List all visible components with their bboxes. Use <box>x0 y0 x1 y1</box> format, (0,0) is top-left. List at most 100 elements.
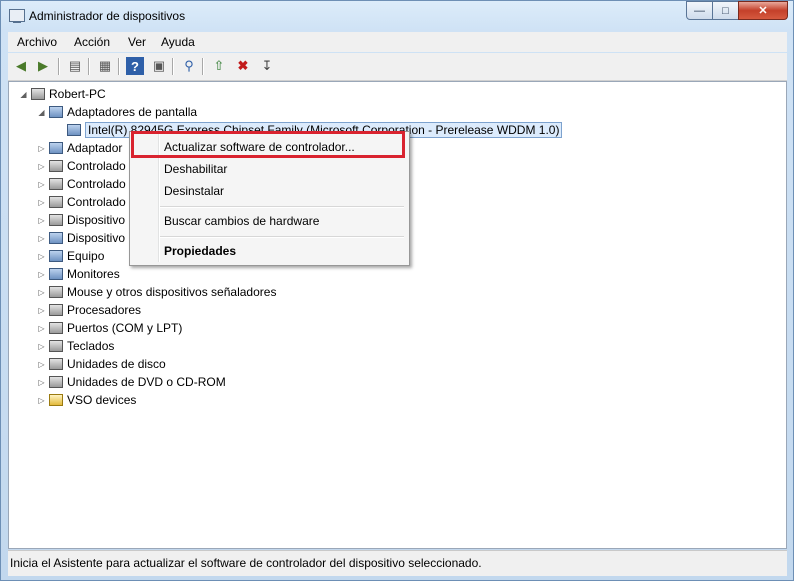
show-hide-console-tree-icon[interactable]: ▤ <box>66 57 84 75</box>
expand-icon[interactable]: ▷ <box>37 198 46 207</box>
category-label: Unidades de disco <box>67 357 166 371</box>
computer-icon <box>49 250 63 262</box>
category-label: Teclados <box>67 339 115 353</box>
dvd-drive-icon <box>49 376 63 388</box>
status-bar: Inicia el Asistente para actualizar el s… <box>8 550 787 576</box>
disable-icon[interactable]: ↧ <box>258 57 276 75</box>
scan-hardware-icon[interactable]: ⚲ <box>180 57 198 75</box>
category-label: Controlado <box>67 177 126 191</box>
usb-controller-icon <box>49 178 63 190</box>
tree-category[interactable]: ▷ Equipo <box>37 247 104 265</box>
uninstall-icon[interactable]: ✖ <box>234 57 252 75</box>
computer-icon <box>31 88 45 100</box>
port-icon <box>49 322 63 334</box>
tree-category[interactable]: ▷ Monitores <box>37 265 120 283</box>
tree-category[interactable]: ▷ Unidades de disco <box>37 355 166 373</box>
expand-icon[interactable]: ▷ <box>37 144 46 153</box>
expand-icon[interactable]: ▷ <box>37 288 46 297</box>
toolbar: ◀ ▶ ▤ ▦ ? ▣ ⚲ ⇧ ✖ ↧ <box>8 53 787 81</box>
vso-device-icon <box>49 394 63 406</box>
category-label: VSO devices <box>67 393 137 407</box>
close-button[interactable]: ✕ <box>738 1 788 20</box>
tree-category[interactable]: ▷ Adaptador <box>37 139 122 157</box>
expand-icon[interactable]: ▷ <box>37 342 46 351</box>
tree-category[interactable]: ▷ Dispositivo <box>37 211 125 229</box>
category-label: Monitores <box>67 267 120 281</box>
tree-category[interactable]: ▷ Procesadores <box>37 301 141 319</box>
menu-ver[interactable]: Ver <box>128 35 146 49</box>
expand-icon[interactable]: ▷ <box>37 270 46 279</box>
expand-icon[interactable]: ▷ <box>37 252 46 261</box>
category-label: Adaptadores de pantalla <box>67 105 198 119</box>
expand-icon[interactable]: ▷ <box>37 306 46 315</box>
device-manager-window: Administrador de dispositivos — □ ✕ Arch… <box>0 0 794 581</box>
expand-icon[interactable]: ▷ <box>37 162 46 171</box>
category-label: Equipo <box>67 249 105 263</box>
tree-category-display-adapters[interactable]: ◢ Adaptadores de pantalla <box>37 103 197 121</box>
expand-icon[interactable]: ▷ <box>37 360 46 369</box>
maximize-button[interactable]: □ <box>712 1 739 20</box>
view-icon[interactable]: ▣ <box>150 57 168 75</box>
menu-item-properties[interactable]: Propiedades <box>164 244 236 258</box>
display-adapter-icon <box>49 106 63 118</box>
tree-category[interactable]: ▷ Mouse y otros dispositivos señaladores <box>37 283 276 301</box>
highlight-annotation <box>131 131 405 158</box>
processor-icon <box>49 304 63 316</box>
tree-category[interactable]: ▷ VSO devices <box>37 391 136 409</box>
forward-arrow-icon[interactable]: ▶ <box>34 57 52 75</box>
category-label: Unidades de DVD o CD-ROM <box>67 375 226 389</box>
title-bar[interactable]: Administrador de dispositivos — □ ✕ <box>1 1 793 31</box>
root-label: Robert-PC <box>49 87 106 101</box>
tree-category[interactable]: ▷ Controlado <box>37 193 126 211</box>
tree-root[interactable]: ◢ Robert-PC <box>19 85 106 103</box>
menu-item-disable[interactable]: Deshabilitar <box>164 162 227 176</box>
tree-category[interactable]: ▷ Teclados <box>37 337 114 355</box>
minimize-button[interactable]: — <box>686 1 713 20</box>
expand-icon[interactable]: ▷ <box>37 324 46 333</box>
category-label: Dispositivo <box>67 213 126 227</box>
tree-category[interactable]: ▷ Controlado <box>37 175 126 193</box>
properties-icon[interactable]: ▦ <box>96 57 114 75</box>
window-title: Administrador de dispositivos <box>29 9 186 23</box>
menu-ayuda[interactable]: Ayuda <box>161 35 195 49</box>
ide-controller-icon <box>49 160 63 172</box>
tree-category[interactable]: ▷ Controlado <box>37 157 126 175</box>
collapse-icon[interactable]: ◢ <box>19 90 28 99</box>
status-text: Inicia el Asistente para actualizar el s… <box>10 556 482 570</box>
menu-item-scan-hardware[interactable]: Buscar cambios de hardware <box>164 214 319 228</box>
update-driver-icon[interactable]: ⇧ <box>210 57 228 75</box>
category-label: Adaptador <box>67 141 123 155</box>
category-label: Puertos (COM y LPT) <box>67 321 183 335</box>
category-label: Controlado <box>67 195 126 209</box>
back-arrow-icon[interactable]: ◀ <box>12 57 30 75</box>
device-manager-icon <box>9 9 25 23</box>
menu-archivo[interactable]: Archivo <box>17 35 57 49</box>
disk-drive-icon <box>49 358 63 370</box>
system-device-icon <box>49 232 63 244</box>
keyboard-icon <box>49 340 63 352</box>
mouse-icon <box>49 286 63 298</box>
tree-category[interactable]: ▷ Dispositivo <box>37 229 125 247</box>
display-adapter-icon <box>67 124 81 136</box>
expand-icon[interactable]: ▷ <box>37 180 46 189</box>
menu-separator <box>160 206 404 208</box>
menu-item-uninstall[interactable]: Desinstalar <box>164 184 224 198</box>
category-label: Controlado <box>67 159 126 173</box>
help-icon[interactable]: ? <box>126 57 144 75</box>
hid-icon <box>49 214 63 226</box>
tree-category[interactable]: ▷ Puertos (COM y LPT) <box>37 319 182 337</box>
network-adapter-icon <box>49 142 63 154</box>
expand-icon[interactable]: ▷ <box>37 234 46 243</box>
expand-icon[interactable]: ▷ <box>37 216 46 225</box>
expand-icon[interactable]: ▷ <box>37 396 46 405</box>
menu-separator <box>160 236 404 238</box>
category-label: Mouse y otros dispositivos señaladores <box>67 285 277 299</box>
category-label: Dispositivo <box>67 231 126 245</box>
collapse-icon[interactable]: ◢ <box>37 108 46 117</box>
menu-accion[interactable]: Acción <box>74 35 110 49</box>
expand-icon[interactable]: ▷ <box>37 378 46 387</box>
tree-category[interactable]: ▷ Unidades de DVD o CD-ROM <box>37 373 226 391</box>
speaker-icon <box>49 196 63 208</box>
menu-bar: Archivo Acción Ver Ayuda <box>8 32 787 52</box>
monitor-icon <box>49 268 63 280</box>
